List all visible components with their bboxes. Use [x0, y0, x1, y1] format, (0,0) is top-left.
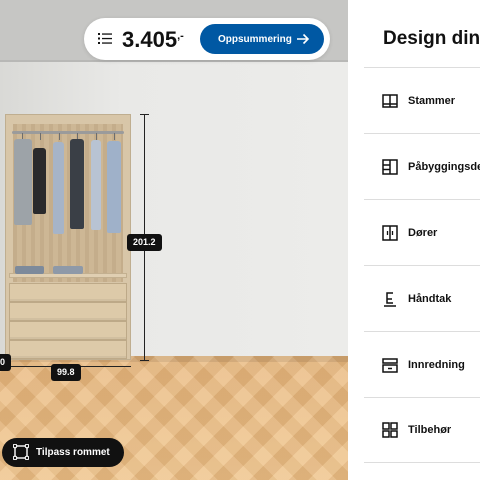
menu-item-dorer[interactable]: Dører: [364, 199, 480, 265]
price-suffix: ,-: [177, 30, 184, 42]
wall-edge: [0, 60, 348, 62]
interior-icon: [382, 357, 398, 373]
height-dimension-label: 201.2: [127, 234, 162, 251]
room-shape-icon: [13, 444, 29, 460]
width-dimension-label: 99.8: [51, 364, 81, 381]
garment: [33, 148, 46, 214]
list-icon[interactable]: [98, 32, 112, 45]
total-price: 3.405,-: [122, 27, 184, 53]
extension-icon: [382, 158, 398, 175]
garment: [14, 139, 32, 225]
accessories-icon: [382, 422, 398, 438]
dimension-tick: [140, 114, 149, 115]
drawer[interactable]: [9, 321, 127, 340]
price-value: 3.405: [122, 27, 178, 52]
menu-item-label: Påbyggingsde: [408, 160, 480, 173]
garment: [70, 139, 84, 229]
clothes-rail: [12, 131, 124, 134]
summary-button-label: Oppsummering: [218, 33, 292, 45]
summary-button[interactable]: Oppsummering: [200, 24, 324, 54]
menu-item-pabyggingsdeler[interactable]: Påbyggingsde: [364, 133, 480, 199]
menu-item-innredning[interactable]: Innredning: [364, 331, 480, 397]
folded-clothes: [15, 266, 44, 274]
folded-clothes: [53, 266, 83, 274]
adjust-room-label: Tilpass rommet: [36, 447, 110, 458]
menu-item-label: Dører: [408, 226, 438, 239]
depth-dimension-label: 0: [0, 354, 12, 371]
garment: [91, 140, 101, 230]
panel-title: Design din P: [383, 28, 480, 49]
handle-icon: [384, 291, 396, 307]
drawer[interactable]: [9, 283, 127, 302]
design-panel: Design din P Stammer Påbyggingsde Dører: [348, 0, 480, 480]
menu-item-label: Håndtak: [408, 292, 452, 305]
door-icon: [382, 224, 398, 241]
garment: [107, 141, 121, 233]
garment: [53, 142, 64, 234]
dimension-tick: [140, 360, 149, 361]
drawer[interactable]: [9, 302, 127, 321]
frame-icon: [382, 93, 398, 108]
room-scene[interactable]: 201.2 99.8 0 Tilpass rommet: [0, 0, 348, 480]
menu-item-tilbehor[interactable]: Tilbehør: [364, 397, 480, 463]
menu-item-label: Tilbehør: [408, 424, 452, 436]
menu-item-handtak[interactable]: Håndtak: [364, 265, 480, 331]
adjust-room-button[interactable]: Tilpass rommet: [2, 438, 124, 467]
menu-item-label: Innredning: [408, 358, 465, 371]
menu-item-stammer[interactable]: Stammer: [364, 67, 480, 133]
menu-item-label: Stammer: [408, 94, 456, 107]
drawer[interactable]: [9, 340, 127, 359]
arrow-right-icon: [297, 33, 310, 45]
